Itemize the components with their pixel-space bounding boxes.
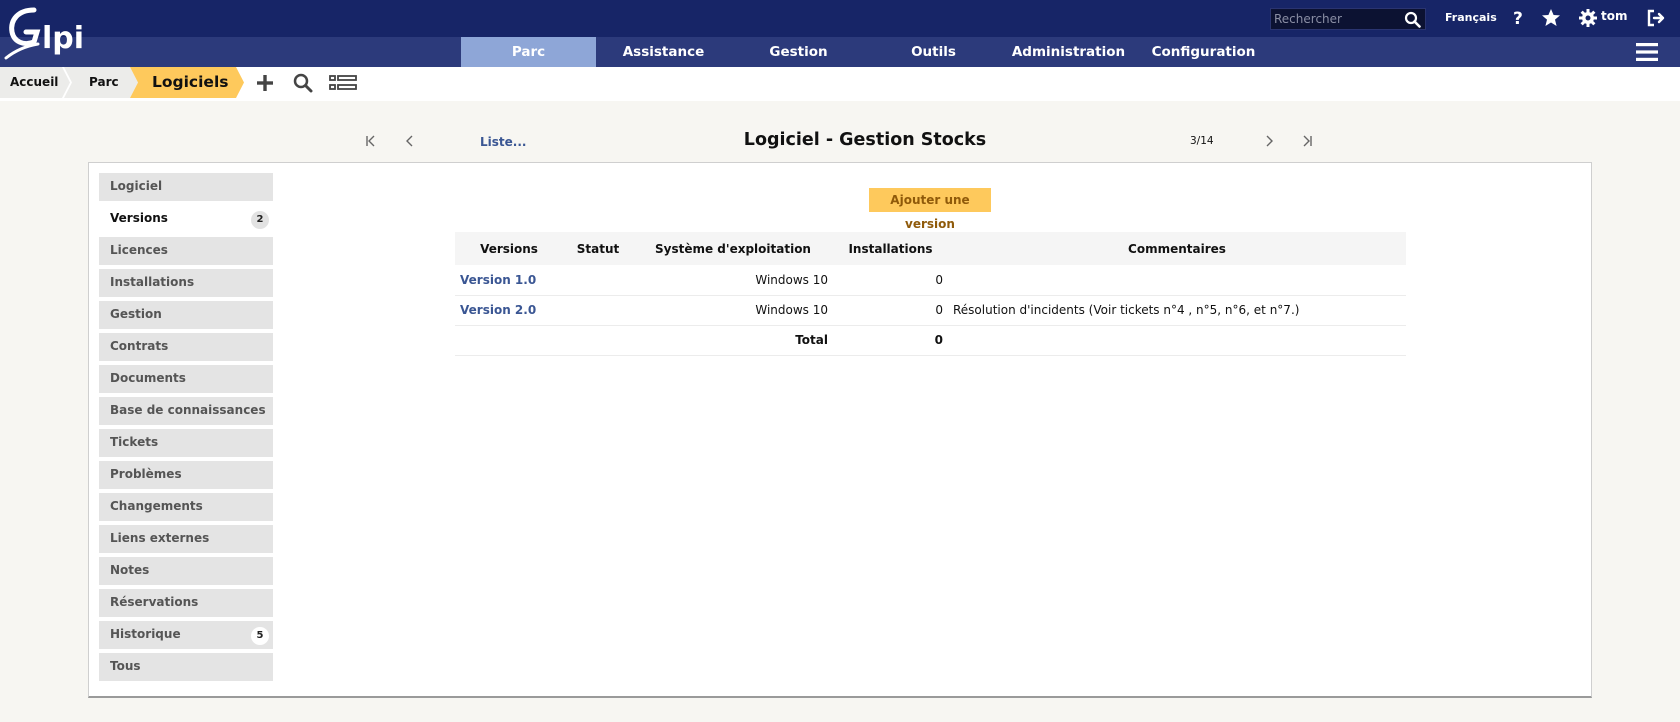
column-header[interactable]: Système d'exploitation (633, 232, 833, 265)
tab-label: Logiciel (110, 179, 163, 193)
tab-problemes[interactable]: Problèmes (99, 461, 273, 489)
page-position: 3/14 (1190, 135, 1214, 147)
add-version-button[interactable]: Ajouter une version (869, 188, 991, 231)
versions-table: Versions Statut Système d'exploitation I… (455, 232, 1406, 356)
language-selector[interactable]: Français (1445, 11, 1497, 24)
tab-label: Notes (110, 563, 150, 577)
status-cell (563, 265, 633, 296)
search-icon[interactable] (1404, 11, 1421, 28)
status-cell (563, 295, 633, 326)
tab-label: Historique (110, 627, 181, 641)
top-header (0, 0, 1680, 37)
installations-cell: 0 (833, 265, 948, 296)
breadcrumb-current[interactable]: Logiciels (130, 67, 244, 98)
column-header[interactable]: Commentaires (948, 232, 1406, 265)
tab-contrats[interactable]: Contrats (99, 333, 273, 361)
nav-parc[interactable]: Parc (461, 37, 596, 67)
svg-text:?: ? (1513, 9, 1523, 28)
list-link[interactable]: Liste... (480, 135, 526, 149)
tab-tous[interactable]: Tous (99, 653, 273, 681)
breadcrumb-parc[interactable]: Parc (64, 67, 138, 98)
total-label: Total (633, 325, 833, 356)
column-header[interactable]: Statut (563, 232, 633, 265)
table-total-row: Total 0 (455, 325, 1406, 356)
tab-label: Base de connaissances (110, 403, 266, 417)
user-name[interactable]: tom (1601, 9, 1627, 23)
os-cell: Windows 10 (633, 295, 833, 326)
global-search[interactable] (1270, 8, 1426, 30)
tab-label: Licences (110, 243, 168, 257)
breadcrumb (0, 67, 1680, 101)
tab-label: Versions (110, 211, 168, 225)
tab-label: Problèmes (110, 467, 182, 481)
table-row: Version 2.0 Windows 10 0 Résolution d'in… (455, 295, 1406, 326)
tab-changements[interactable]: Changements (99, 493, 273, 521)
nav-outils[interactable]: Outils (866, 37, 1001, 67)
tab-label: Documents (110, 371, 186, 385)
tab-tickets[interactable]: Tickets (99, 429, 273, 457)
tab-installations[interactable]: Installations (99, 269, 273, 297)
gear-icon[interactable] (1578, 8, 1598, 28)
tab-label: Contrats (110, 339, 169, 353)
nav-gestion[interactable]: Gestion (731, 37, 866, 67)
logout-icon[interactable] (1646, 8, 1666, 28)
nav-administration[interactable]: Administration (1001, 37, 1136, 67)
count-badge: 5 (251, 627, 269, 645)
version-link[interactable]: Version 2.0 (460, 303, 536, 317)
comment-cell: Résolution d'incidents (Voir tickets n°4… (948, 295, 1406, 326)
table-row: Version 1.0 Windows 10 0 (455, 265, 1406, 296)
tab-historique[interactable]: Historique 5 (99, 621, 273, 649)
tab-label: Gestion (110, 307, 162, 321)
tab-liens-externes[interactable]: Liens externes (99, 525, 273, 553)
star-icon[interactable] (1541, 8, 1561, 28)
version-link[interactable]: Version 1.0 (460, 273, 536, 287)
menu-icon[interactable] (1636, 43, 1658, 61)
count-badge: 2 (251, 211, 269, 229)
os-cell: Windows 10 (633, 265, 833, 296)
tab-label: Installations (110, 275, 195, 289)
column-header[interactable]: Versions (455, 232, 563, 265)
tab-notes[interactable]: Notes (99, 557, 273, 585)
tab-base-de-connaissances[interactable]: Base de connaissances (99, 397, 273, 425)
search-input[interactable] (1271, 12, 1399, 26)
tab-reservations[interactable]: Réservations (99, 589, 273, 617)
tab-label: Réservations (110, 595, 199, 609)
breadcrumb-home[interactable]: Accueil (0, 67, 70, 98)
glpi-logo[interactable]: lpi (4, 6, 96, 62)
tab-gestion[interactable]: Gestion (99, 301, 273, 329)
column-header[interactable]: Installations (833, 232, 948, 265)
installations-cell: 0 (833, 295, 948, 326)
help-icon[interactable]: ? (1508, 8, 1528, 28)
nav-configuration[interactable]: Configuration (1136, 37, 1271, 67)
add-icon[interactable] (256, 73, 274, 93)
tab-licences[interactable]: Licences (99, 237, 273, 265)
table-header-row: Versions Statut Système d'exploitation I… (455, 232, 1406, 265)
nav-assistance[interactable]: Assistance (596, 37, 731, 67)
list-view-icon[interactable] (329, 73, 357, 93)
search-icon[interactable] (293, 73, 313, 93)
page-title: Logiciel - Gestion Stocks (743, 130, 987, 150)
tab-logiciel[interactable]: Logiciel (99, 173, 273, 201)
tab-label: Tickets (110, 435, 159, 449)
next-page-icon[interactable] (1261, 133, 1277, 149)
comment-cell (948, 265, 1406, 296)
tab-versions[interactable]: Versions 2 (99, 205, 273, 233)
tab-label: Tous (110, 659, 141, 673)
tab-label: Changements (110, 499, 203, 513)
previous-page-icon[interactable] (402, 133, 418, 149)
tab-label: Liens externes (110, 531, 210, 545)
total-value: 0 (833, 325, 948, 356)
svg-text:lpi: lpi (42, 21, 84, 56)
last-page-icon[interactable] (1299, 133, 1315, 149)
first-page-icon[interactable] (363, 133, 379, 149)
tab-documents[interactable]: Documents (99, 365, 273, 393)
